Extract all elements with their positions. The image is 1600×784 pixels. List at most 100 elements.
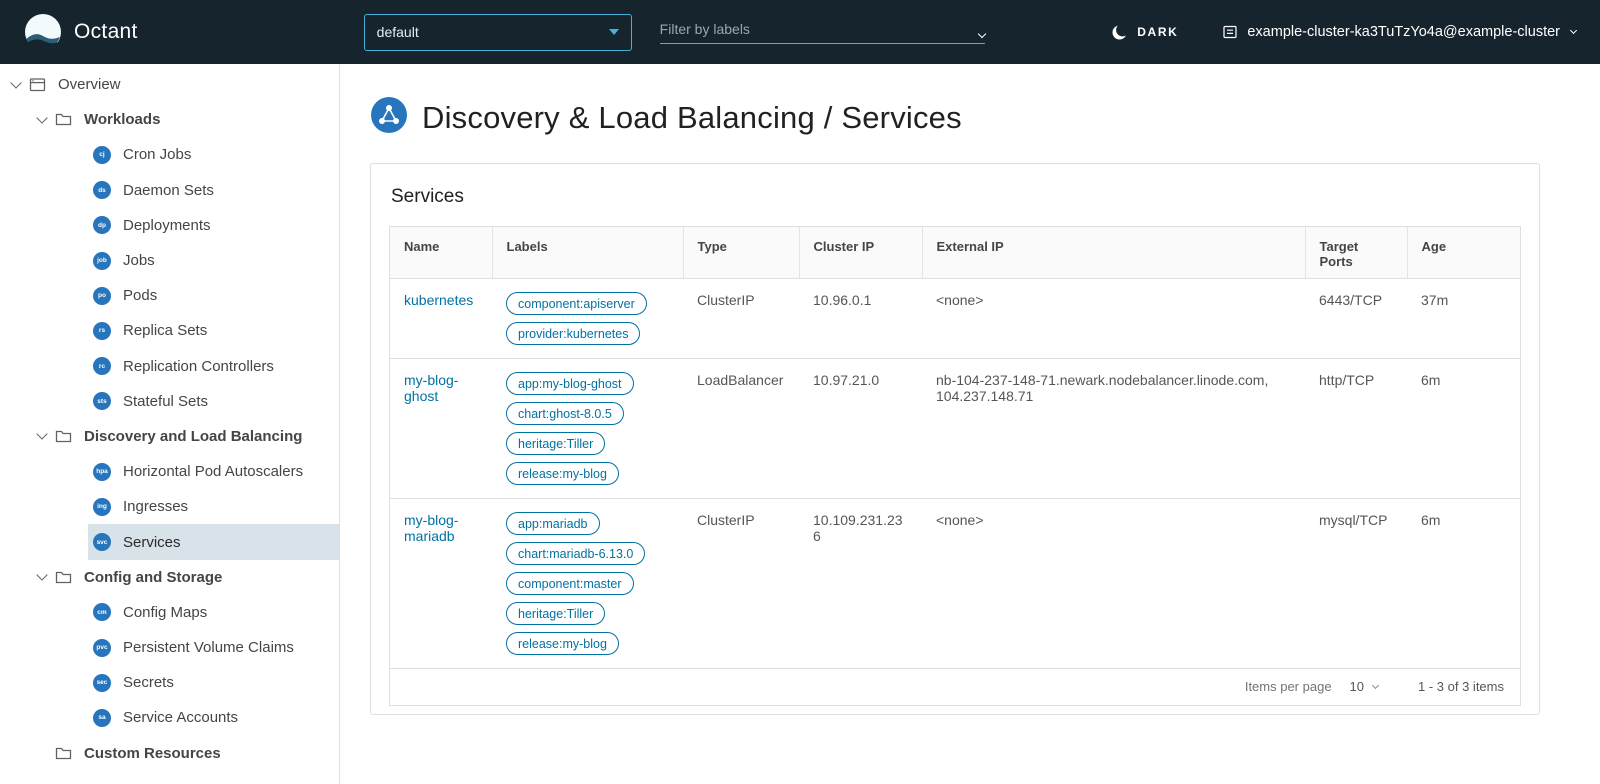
label-pill[interactable]: chart:ghost-8.0.5 [506, 402, 624, 425]
external-ip: nb-104-237-148-71.newark.nodebalancer.li… [922, 359, 1305, 499]
sidebar-item-daemon-sets[interactable]: ds Daemon Sets [88, 173, 339, 208]
services-icon: svc [93, 533, 111, 551]
namespace-select[interactable]: default [364, 14, 632, 51]
sidebar-item-service-accounts[interactable]: sa Service Accounts [88, 700, 339, 735]
target-ports: 6443/TCP [1305, 279, 1407, 359]
octant-logo[interactable] [24, 13, 62, 51]
sidebar-item-label: Daemon Sets [123, 182, 214, 199]
column-header-cluster-ip: Cluster IP [799, 227, 922, 279]
sidebar-item-label: Deployments [123, 217, 211, 234]
sidebar-item-config-maps[interactable]: cm Config Maps [88, 595, 339, 630]
main-content: Discovery & Load Balancing / Services Se… [340, 64, 1600, 784]
theme-toggle[interactable]: DARK [1111, 24, 1178, 41]
sidebar-item-deployments[interactable]: dp Deployments [88, 208, 339, 243]
pagination-range: 1 - 3 of 3 items [1418, 679, 1504, 694]
table-row: kubernetes component:apiserver provider:… [390, 279, 1520, 359]
services-page-icon [370, 96, 408, 139]
sidebar-item-stateful-sets[interactable]: sts Stateful Sets [88, 384, 339, 419]
sidebar-item-label: Jobs [123, 252, 155, 269]
sidebar-item-secrets[interactable]: sec Secrets [88, 665, 339, 700]
sidebar-item-ingresses[interactable]: ing Ingresses [88, 489, 339, 524]
cluster-ip: 10.97.21.0 [799, 359, 922, 499]
sidebar-section-config-and-storage[interactable]: Config and Storage [0, 560, 339, 595]
sidebar-item-overview[interactable]: Overview [0, 67, 339, 102]
chevron-down-icon [36, 429, 47, 440]
label-filter[interactable] [660, 21, 985, 44]
sidebar-section-label: Custom Resources [84, 745, 221, 762]
ingresses-icon: ing [93, 498, 111, 516]
service-link[interactable]: my-blog-ghost [404, 372, 458, 404]
namespace-value: default [377, 24, 419, 40]
sidebar-item-replica-sets[interactable]: rs Replica Sets [88, 313, 339, 348]
folder-icon [55, 746, 72, 761]
sidebar-item-cron-jobs[interactable]: cj Cron Jobs [88, 137, 339, 172]
age: 6m [1407, 499, 1520, 669]
sidebar: Overview Workloads cj Cron Jobs ds Daemo… [0, 64, 340, 784]
folder-icon [55, 570, 72, 585]
sidebar-item-label: Ingresses [123, 498, 188, 515]
column-header-labels: Labels [492, 227, 683, 279]
label-pill[interactable]: chart:mariadb-6.13.0 [506, 542, 645, 565]
sidebar-item-horizontal-pod-autoscalers[interactable]: hpa Horizontal Pod Autoscalers [88, 454, 339, 489]
deployments-icon: dp [93, 216, 111, 234]
label-pill[interactable]: release:my-blog [506, 462, 619, 485]
cluster-context-select[interactable]: example-cluster-ka3TuTzYo4a@example-clus… [1222, 24, 1576, 40]
config-maps-icon: cm [93, 603, 111, 621]
items-per-page-value: 10 [1350, 679, 1364, 694]
sidebar-item-replication-controllers[interactable]: rc Replication Controllers [88, 349, 339, 384]
page-title: Discovery & Load Balancing / Services [422, 100, 962, 136]
external-ip: <none> [922, 499, 1305, 669]
sidebar-item-jobs[interactable]: job Jobs [88, 243, 339, 278]
header-right: DARK example-cluster-ka3TuTzYo4a@example… [1111, 24, 1576, 41]
chevron-down-icon [1570, 27, 1577, 34]
label-filter-input[interactable] [660, 21, 979, 37]
chevron-down-icon [1372, 681, 1379, 688]
sidebar-section-workloads[interactable]: Workloads [0, 102, 339, 137]
services-table: Name Labels Type Cluster IP External IP … [389, 226, 1521, 706]
target-ports: mysql/TCP [1305, 499, 1407, 669]
sidebar-item-label: Cron Jobs [123, 146, 191, 163]
sidebar-item-label: Replica Sets [123, 322, 207, 339]
replica-sets-icon: rs [93, 322, 111, 340]
sidebar-item-services[interactable]: svc Services [88, 524, 339, 559]
label-pill[interactable]: release:my-blog [506, 632, 619, 655]
label-pill[interactable]: app:my-blog-ghost [506, 372, 634, 395]
overview-icon [29, 77, 46, 93]
table-header-row: Name Labels Type Cluster IP External IP … [390, 227, 1520, 279]
app-header: Octant default DARK example- [0, 0, 1600, 64]
sidebar-item-label: Secrets [123, 674, 174, 691]
pagination: Items per page 10 1 - 3 of 3 items [390, 668, 1520, 705]
sidebar-section-label: Discovery and Load Balancing [84, 428, 302, 445]
sidebar-section-discovery-and-load-balancing[interactable]: Discovery and Load Balancing [0, 419, 339, 454]
label-pill[interactable]: heritage:Tiller [506, 432, 605, 455]
services-card: Services Name Labels Type Cluster IP Ext… [370, 163, 1540, 715]
items-per-page-select[interactable]: 10 [1350, 679, 1378, 694]
service-link[interactable]: my-blog-mariadb [404, 512, 458, 544]
secrets-icon: sec [93, 674, 111, 692]
label-pill[interactable]: heritage:Tiller [506, 602, 605, 625]
label-pill[interactable]: component:apiserver [506, 292, 647, 315]
horizontal-pod-autoscalers-icon: hpa [93, 463, 111, 481]
label-pill[interactable]: provider:kubernetes [506, 322, 640, 345]
sidebar-section-custom-resources[interactable]: Custom Resources [0, 736, 339, 771]
cluster-icon [1222, 24, 1238, 40]
sidebar-item-pods[interactable]: po Pods [88, 278, 339, 313]
sidebar-item-label: Stateful Sets [123, 393, 208, 410]
chevron-down-icon [36, 112, 47, 123]
cluster-ip: 10.96.0.1 [799, 279, 922, 359]
external-ip: <none> [922, 279, 1305, 359]
service-type: ClusterIP [683, 279, 799, 359]
label-pill[interactable]: app:mariadb [506, 512, 600, 535]
chevron-down-icon [36, 570, 47, 581]
service-link[interactable]: kubernetes [404, 292, 473, 308]
sidebar-item-label: Services [123, 534, 181, 551]
age: 37m [1407, 279, 1520, 359]
sidebar-item-persistent-volume-claims[interactable]: pvc Persistent Volume Claims [88, 630, 339, 665]
sidebar-item-label: Pods [123, 287, 157, 304]
moon-icon [1111, 24, 1128, 41]
label-pill[interactable]: component:master [506, 572, 634, 595]
persistent-volume-claims-icon: pvc [93, 639, 111, 657]
column-header-type: Type [683, 227, 799, 279]
cron-jobs-icon: cj [93, 146, 111, 164]
page-header: Discovery & Load Balancing / Services [370, 96, 1600, 139]
